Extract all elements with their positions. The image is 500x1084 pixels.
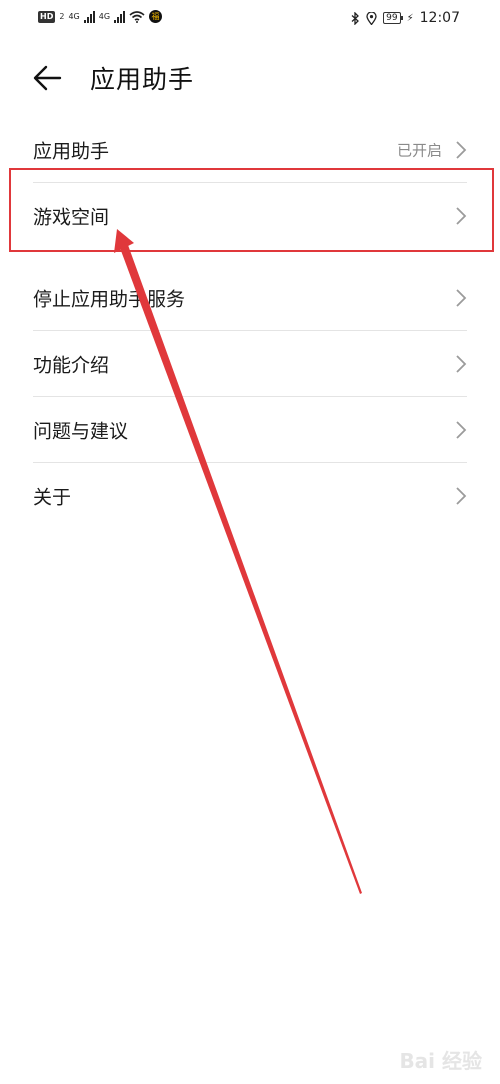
wifi-icon [129, 10, 145, 23]
sim-slot-label: 2 [59, 12, 65, 21]
settings-item-label: 游戏空间 [33, 206, 110, 229]
back-button[interactable] [28, 58, 68, 98]
settings-item-app-assistant[interactable]: 应用助手 已开启 [0, 117, 500, 183]
status-value: 已开启 [396, 141, 442, 160]
page-title: 应用助手 [90, 65, 195, 94]
app-notification-icon: 福 [149, 10, 163, 23]
title-bar: 应用助手 [0, 50, 500, 106]
clock: 12:07 [419, 10, 460, 26]
network-type-1: 4G [68, 12, 80, 21]
chevron-right-icon [456, 355, 467, 373]
settings-item-label: 应用助手 [33, 140, 110, 163]
signal-strength-icon [83, 10, 95, 23]
hd-voice-icon: HD [38, 10, 56, 23]
chevron-right-icon [456, 207, 467, 225]
watermark-logo: Bai 经验 [399, 1049, 482, 1073]
signal-strength-icon [114, 10, 126, 23]
bluetooth-icon [351, 11, 360, 25]
chevron-right-icon [456, 421, 467, 439]
settings-item-label: 功能介绍 [33, 354, 110, 377]
chevron-right-icon [456, 141, 467, 159]
settings-item-feedback[interactable]: 问题与建议 [0, 397, 500, 463]
arrow-left-icon [33, 65, 62, 91]
charging-icon: ⚡ [406, 12, 414, 24]
status-bar-left: HD 2 4G 4G 福 [38, 10, 163, 23]
settings-list: 应用助手 已开启 游戏空间 停止应用助手服务 功能介绍 问题与建议 关于 [0, 117, 500, 529]
settings-item-stop-service[interactable]: 停止应用助手服务 [0, 265, 500, 331]
settings-item-label: 停止应用助手服务 [33, 288, 186, 311]
chevron-right-icon [456, 487, 467, 505]
battery-icon: 99 [383, 12, 404, 24]
settings-item-game-space[interactable]: 游戏空间 [0, 183, 500, 249]
settings-item-about[interactable]: 关于 [0, 463, 500, 529]
chevron-right-icon [456, 289, 467, 307]
status-bar: HD 2 4G 4G 福 99 ⚡ 12:07 [0, 0, 500, 38]
status-bar-right: 99 ⚡ 12:07 [351, 10, 460, 26]
network-type-2: 4G [98, 12, 111, 21]
settings-item-label: 问题与建议 [33, 420, 129, 443]
settings-item-feature-intro[interactable]: 功能介绍 [0, 331, 500, 397]
settings-item-label: 关于 [33, 486, 72, 509]
location-icon [366, 11, 377, 25]
